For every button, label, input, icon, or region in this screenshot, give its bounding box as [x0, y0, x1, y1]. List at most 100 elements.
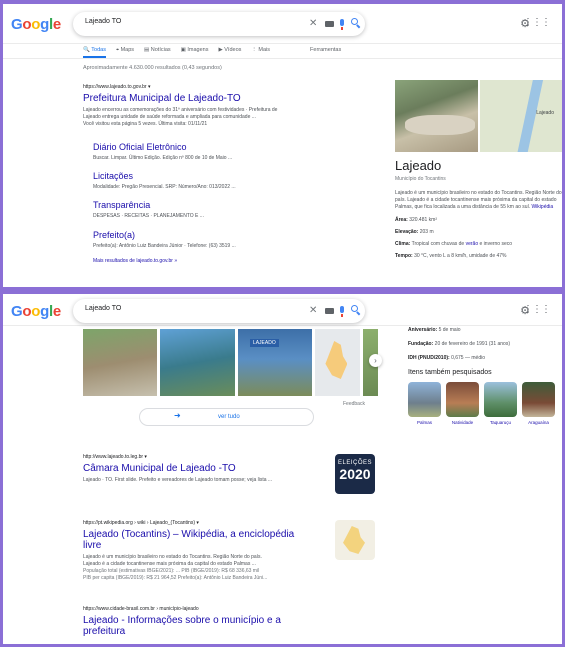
- result-title[interactable]: Lajeado (Tocantins) – Wikipédia, a encic…: [83, 529, 313, 551]
- apps-icon[interactable]: ⋮⋮⋮: [523, 17, 551, 28]
- fact-value: 30 °C, vento L a 8 km/h, umidade de 47%: [414, 253, 507, 259]
- see-all-button[interactable]: ➜ ver tudo: [139, 408, 314, 426]
- clear-icon[interactable]: ✕: [309, 304, 317, 318]
- result-thumbnail[interactable]: [335, 520, 375, 560]
- result-title[interactable]: Lajeado - Informações sobre o município …: [83, 615, 313, 637]
- kp-map[interactable]: Lajeado: [479, 80, 562, 152]
- fact-value: 320.481 km²: [409, 217, 437, 223]
- logo-letter: o: [31, 16, 41, 33]
- tab-videos[interactable]: ▶ Vídeos: [219, 47, 242, 58]
- result-thumbnail[interactable]: ELEIÇÕES 2020: [335, 454, 375, 494]
- fact-label: IDH (PNUD/2010):: [408, 355, 450, 361]
- apps-icon[interactable]: ⋮⋮⋮: [523, 304, 551, 315]
- also-searched-label: Taquaruçu: [489, 420, 511, 425]
- fact-label: Fundação:: [408, 341, 434, 347]
- also-searched-item[interactable]: Aragua­ína: [522, 382, 555, 425]
- fact-label: Tempo:: [395, 253, 413, 259]
- sitelink-title[interactable]: Diário Oficial Eletrônico: [93, 142, 283, 152]
- tab-maps[interactable]: ⌖ Maps: [116, 47, 134, 58]
- tab-imagens[interactable]: ▣ Imagens: [181, 47, 209, 58]
- search-box[interactable]: Lajeado TO ✕: [73, 12, 365, 36]
- feedback-link[interactable]: Feedback: [343, 401, 365, 407]
- result-url[interactable]: https://www.cidade-brasil.com.br › munic…: [83, 606, 313, 612]
- search-icon[interactable]: [351, 305, 358, 312]
- search-icon[interactable]: [351, 18, 358, 25]
- image-badge: LAJEADO: [249, 339, 279, 347]
- tab-todas[interactable]: 🔍 Todas: [83, 47, 106, 58]
- kp-fact-area: Área: 320.481 km²: [395, 217, 562, 223]
- logo-letter: g: [40, 16, 49, 33]
- divider: [3, 58, 562, 59]
- thumb-year: 2020: [339, 466, 371, 482]
- tab-mais[interactable]: ⋮ Mais: [251, 47, 270, 58]
- arrow-right-icon: ➜: [174, 411, 181, 420]
- kp-title: Lajeado: [395, 158, 442, 173]
- kp-fact-climate: Clima: Tropical com chuvas de verão e in…: [395, 241, 562, 247]
- map-shape: [325, 341, 348, 379]
- kp-photo[interactable]: [395, 80, 478, 152]
- climate-link[interactable]: verão: [466, 241, 479, 247]
- fact-label: Elevação:: [395, 229, 419, 235]
- wikipedia-link[interactable]: Wikipédia: [531, 204, 553, 210]
- tab-ferramentas[interactable]: Ferramentas: [310, 47, 341, 58]
- also-searched-label: Natividade: [451, 420, 474, 425]
- clear-icon[interactable]: ✕: [309, 17, 317, 31]
- keyboard-icon[interactable]: [325, 21, 334, 27]
- keyboard-icon[interactable]: [325, 308, 334, 314]
- snippet-line: Lajeado entrega unidade de saúde reforma…: [83, 114, 256, 120]
- carousel-next-button[interactable]: ›: [369, 354, 382, 367]
- result-snippet: Lajeado encerrou as comemorações do 31º …: [83, 107, 313, 128]
- sitelink: Transparência DESPESAS · RECEITAS · PLAN…: [93, 200, 283, 219]
- fact-value: 20 de fevereiro de 1991 (31 anos): [434, 341, 511, 347]
- logo-letter: o: [31, 303, 41, 320]
- logo-letter: G: [11, 16, 23, 33]
- sitelink-title[interactable]: Transparência: [93, 200, 283, 210]
- search-input[interactable]: Lajeado TO: [85, 305, 121, 312]
- kp-fact-elevation: Elevação: 203 m: [395, 229, 562, 235]
- tab-noticias[interactable]: ▤ Notícias: [144, 47, 171, 58]
- kp-fact-weather: Tempo: 30 °C, vento L a 8 km/h, umidade …: [395, 253, 562, 259]
- search-box[interactable]: Lajeado TO ✕: [73, 299, 365, 323]
- snippet-line: Você visitou esta página 5 vezes. Última…: [83, 121, 208, 127]
- kp-fact-founded: Fundação: 20 de fevereiro de 1991 (31 an…: [408, 341, 558, 347]
- image-tile[interactable]: [83, 329, 158, 396]
- search-result: http://www.lajeado.to.leg.br ▾ Câmara Mu…: [83, 454, 313, 484]
- sitelink: Prefeito(a) Prefeito(a): Antônio Luiz Ba…: [93, 230, 283, 249]
- result-url[interactable]: http://www.lajeado.to.leg.br ▾: [83, 454, 313, 460]
- tab-label: Todas: [91, 47, 106, 53]
- google-logo[interactable]: Google: [11, 16, 61, 33]
- mic-icon[interactable]: [340, 306, 344, 317]
- mic-icon[interactable]: [340, 19, 344, 30]
- also-searched-item[interactable]: Taquaruçu: [484, 382, 517, 425]
- also-searched-title: Itens também pesquisados: [408, 369, 492, 376]
- result-title[interactable]: Prefeitura Municipal de Lajeado-TO: [83, 93, 313, 104]
- search-result: https://www.cidade-brasil.com.br › munic…: [83, 606, 313, 637]
- image-tile[interactable]: [315, 329, 361, 396]
- tab-label: Mais: [258, 47, 271, 53]
- result-title[interactable]: Câmara Municipal de Lajeado -TO: [83, 463, 313, 474]
- sitelink-desc: Prefeito(a): Antônio Luiz Bandeira Júnio…: [93, 243, 236, 249]
- result-url[interactable]: https://pt.wikipedia.org › wiki › Lajead…: [83, 520, 313, 526]
- also-searched-item[interactable]: Natividade: [446, 382, 479, 425]
- image-tile[interactable]: [160, 329, 235, 396]
- sitelink-title[interactable]: Licitações: [93, 171, 283, 181]
- snippet-line: Lajeado é a cidade tocantinense mais pró…: [83, 561, 256, 567]
- more-results-link[interactable]: Mais resultados de lajeado.to.gov.br »: [93, 258, 177, 264]
- sitelink-desc: DESPESAS · RECEITAS · PLANEJAMENTO E ...: [93, 213, 204, 219]
- image-tile[interactable]: LAJEADO: [237, 329, 313, 396]
- snippet-meta: População total (estimativas IBGE/2021):…: [83, 568, 260, 574]
- result-stats: Aproximadamente 4.630.000 resultados (0,…: [83, 65, 222, 71]
- also-searched-label: Palmas: [416, 420, 432, 425]
- result-url[interactable]: https://www.lajeado.to.gov.br ▾: [83, 84, 313, 90]
- search-result: https://www.lajeado.to.gov.br ▾ Prefeitu…: [83, 84, 313, 128]
- search-input[interactable]: Lajeado TO: [85, 18, 121, 25]
- google-logo[interactable]: Google: [11, 303, 61, 320]
- kp-fact-idh: IDH (PNUD/2010): 0,675 — médio: [408, 355, 558, 361]
- logo-letter: G: [11, 303, 23, 320]
- logo-letter: e: [52, 303, 61, 320]
- fact-value: e inverno seco: [479, 241, 513, 247]
- sitelink-title[interactable]: Prefeito(a): [93, 230, 283, 240]
- fact-label: Clima:: [395, 241, 411, 247]
- sitelink-desc: Buscar. Limpar. Último Edição. Edição nº…: [93, 155, 233, 161]
- also-searched-item[interactable]: Palmas: [408, 382, 441, 425]
